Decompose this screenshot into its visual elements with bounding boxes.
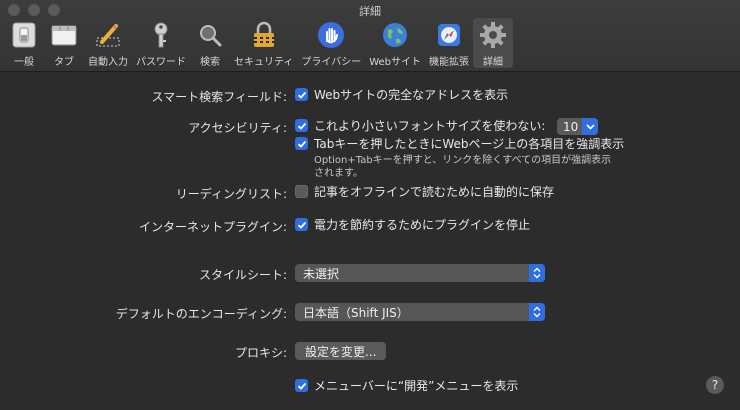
toolbar-item-security[interactable]: セキュリティ (230, 18, 297, 68)
stylesheet-row: スタイルシート: 未選択 (0, 264, 740, 284)
plugins-row: インターネットプラグイン: 電力を節約するためにプラグインを停止 (0, 216, 740, 236)
smart-search-row: スマート検索フィールド: Webサイトの完全なアドレスを表示 (0, 86, 740, 106)
toolbar-label: プライバシー (301, 57, 362, 68)
checkmark-icon (297, 140, 306, 148)
checkbox-label: 電力を節約するためにプラグインを停止 (314, 218, 531, 232)
stylesheet-label: スタイルシート: (198, 268, 287, 282)
tabs-window-icon (48, 20, 80, 50)
toolbar-item-websites[interactable]: Webサイト (365, 18, 425, 68)
gear-icon (477, 20, 509, 50)
toolbar-label: セキュリティ (234, 57, 294, 68)
save-articles-offline-checkbox[interactable]: 記事をオフラインで読むために自動的に保存 (295, 183, 554, 200)
develop-menu-row: メニューバーに“開発”メニューを表示 (0, 377, 740, 397)
toolbar-item-privacy[interactable]: プライバシー (297, 18, 365, 68)
checkmark-icon (297, 221, 306, 229)
checkbox-label: メニューバーに“開発”メニューを表示 (314, 379, 519, 393)
checkbox-checked[interactable] (295, 218, 308, 231)
globe-icon (379, 20, 411, 50)
encoding-row: デフォルトのエンコーディング: 日本語（Shift JIS） (0, 303, 740, 323)
encoding-value: 日本語（Shift JIS） (303, 305, 409, 320)
toolbar-label: 詳細 (483, 57, 504, 68)
encoding-label: デフォルトのエンコーディング: (115, 307, 287, 321)
titlebar: 詳細 一般 タブ 自動入力 パスワード 検索 セキュリティ プライバシー Web… (0, 0, 740, 72)
checkmark-icon (297, 91, 306, 99)
stylesheet-value: 未選択 (303, 266, 340, 281)
toolbar-item-advanced[interactable]: 詳細 (473, 18, 514, 68)
show-develop-menu-checkbox[interactable]: メニューバーに“開発”メニューを表示 (295, 377, 518, 394)
checkmark-icon (297, 122, 306, 130)
tab-highlight-note-line2: されます。 (314, 168, 363, 179)
accessibility-label: アクセシビリティ: (188, 121, 287, 135)
preferences-toolbar: 一般 タブ 自動入力 パスワード 検索 セキュリティ プライバシー Webサイト… (4, 18, 514, 70)
checkbox-checked[interactable] (295, 88, 308, 101)
general-switch-icon (8, 20, 40, 50)
extensions-icon (433, 20, 465, 50)
proxy-row: プロキシ: 設定を変更... (0, 342, 740, 362)
padlock-icon (248, 20, 280, 50)
reading-list-label: リーディングリスト: (175, 187, 287, 201)
toolbar-label: Webサイト (369, 57, 422, 68)
toolbar-label: パスワード (136, 57, 186, 68)
plugins-label: インターネットプラグイン: (138, 220, 287, 234)
magnifier-icon (194, 20, 226, 50)
checkbox-label: これより小さいフォントサイズを使わない: (314, 119, 546, 133)
min-font-size-value: 10 (562, 119, 579, 134)
smart-search-label: スマート検索フィールド: (151, 90, 287, 104)
stop-plugins-checkbox[interactable]: 電力を節約するためにプラグインを停止 (295, 216, 530, 233)
tab-highlight-row: Tabキーを押したときにWebページ上の各項目を強調表示 (0, 135, 740, 155)
toolbar-item-passwords[interactable]: パスワード (132, 18, 190, 68)
checkbox-checked[interactable] (295, 379, 308, 392)
stylesheet-popup[interactable]: 未選択 (295, 264, 545, 282)
toolbar-item-autofill[interactable]: 自動入力 (84, 18, 132, 68)
checkmark-icon (297, 382, 306, 390)
window-title: 詳細 (359, 5, 381, 18)
hand-icon (315, 20, 347, 50)
encoding-popup[interactable]: 日本語（Shift JIS） (295, 303, 545, 321)
key-icon (145, 20, 177, 50)
checkbox-label: Tabキーを押したときにWebページ上の各項目を強調表示 (314, 137, 625, 151)
toolbar-item-extensions[interactable]: 機能拡張 (425, 18, 473, 68)
updown-chevron-icon (529, 264, 545, 282)
help-button[interactable]: ? (706, 376, 724, 394)
preferences-window: 詳細 一般 タブ 自動入力 パスワード 検索 セキュリティ プライバシー Web… (0, 0, 740, 410)
reading-list-row: リーディングリスト: 記事をオフラインで読むために自動的に保存 (0, 183, 740, 203)
min-font-size-select[interactable]: 10 (556, 118, 599, 135)
checkbox-checked[interactable] (295, 137, 308, 150)
checkbox-label: Webサイトの完全なアドレスを表示 (314, 88, 509, 102)
chevron-down-icon (582, 118, 599, 135)
updown-chevron-icon (529, 303, 545, 321)
toolbar-label: タブ (54, 57, 74, 68)
tab-highlight-checkbox[interactable]: Tabキーを押したときにWebページ上の各項目を強調表示 (295, 135, 624, 152)
toolbar-item-search[interactable]: 検索 (190, 18, 230, 68)
min-font-size-checkbox[interactable]: これより小さいフォントサイズを使わない: (295, 117, 545, 134)
show-full-address-checkbox[interactable]: Webサイトの完全なアドレスを表示 (295, 86, 508, 103)
toolbar-label: 一般 (14, 57, 34, 68)
tab-highlight-note-row: Option+Tabキーを押すと、リンクを除くすべての項目が強調表示 されます。 (0, 154, 740, 184)
toolbar-label: 自動入力 (88, 57, 128, 68)
checkbox-unchecked[interactable] (295, 185, 308, 198)
checkbox-checked[interactable] (295, 119, 308, 132)
change-proxy-settings-button[interactable]: 設定を変更... (295, 342, 387, 360)
tab-highlight-note-line1: Option+Tabキーを押すと、リンクを除くすべての項目が強調表示 (314, 155, 612, 166)
toolbar-item-tabs[interactable]: タブ (44, 18, 84, 68)
accessibility-row: アクセシビリティ: これより小さいフォントサイズを使わない: 10 (0, 117, 740, 137)
autofill-pencil-icon (92, 20, 124, 50)
checkbox-label: 記事をオフラインで読むために自動的に保存 (314, 185, 555, 199)
proxy-label: プロキシ: (234, 346, 287, 360)
toolbar-label: 検索 (200, 57, 220, 68)
toolbar-item-general[interactable]: 一般 (4, 18, 44, 68)
toolbar-label: 機能拡張 (429, 57, 470, 68)
advanced-pane: スマート検索フィールド: Webサイトの完全なアドレスを表示 アクセシビリティ: (0, 72, 740, 410)
